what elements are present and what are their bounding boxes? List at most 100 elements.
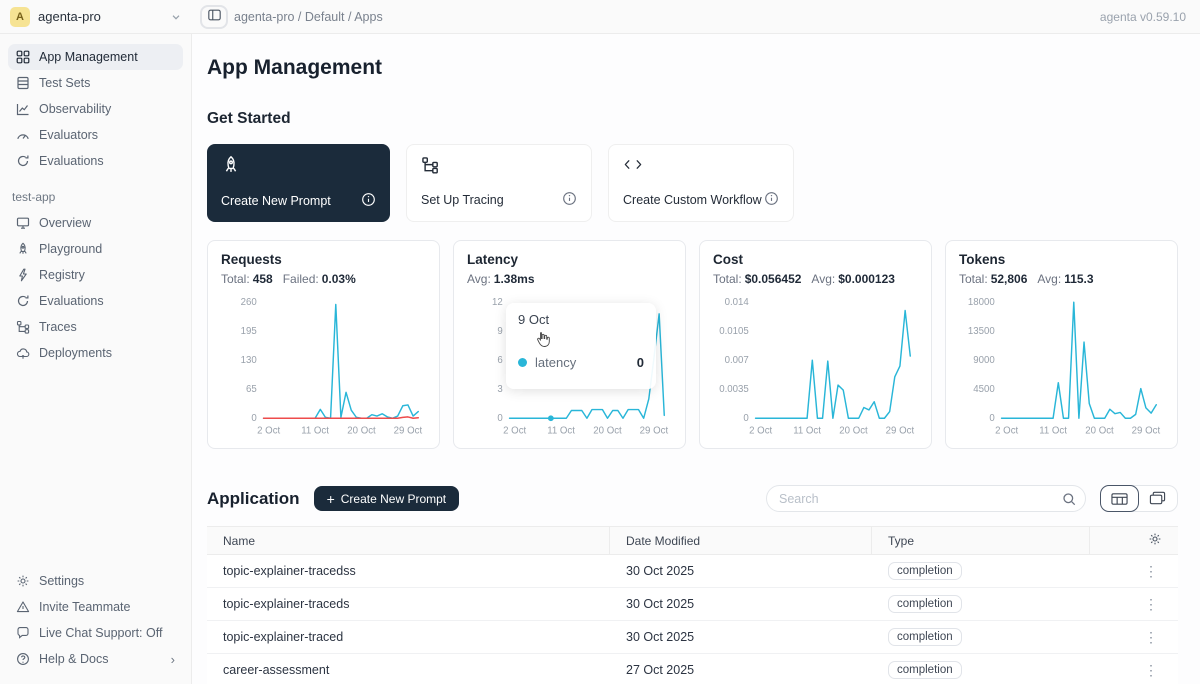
code-icon bbox=[623, 156, 779, 178]
sidebar-toggle-button[interactable] bbox=[200, 5, 228, 29]
tree-icon bbox=[421, 156, 577, 179]
svg-text:260: 260 bbox=[241, 297, 257, 308]
card-view-button[interactable] bbox=[1138, 485, 1177, 512]
svg-text:0.0035: 0.0035 bbox=[719, 384, 749, 395]
svg-text:2 Oct: 2 Oct bbox=[995, 426, 1018, 437]
info-icon[interactable] bbox=[361, 192, 376, 210]
workspace-avatar: A bbox=[10, 7, 30, 27]
requests-chart[interactable]: 0651301952602 Oct11 Oct20 Oct29 Oct bbox=[221, 292, 426, 442]
metric-title: Latency bbox=[467, 252, 672, 267]
applications-table: Name Date Modified Type topic-explainer-… bbox=[207, 526, 1178, 684]
kebab-menu-icon[interactable]: ⋮ bbox=[1144, 563, 1158, 579]
app-name: career-assessment bbox=[207, 663, 610, 677]
refresh-icon bbox=[16, 154, 30, 168]
sidebar-item-overview[interactable]: Overview bbox=[8, 210, 183, 236]
chevron-down-icon bbox=[170, 11, 182, 23]
sidebar-item-evaluations[interactable]: Evaluations bbox=[8, 148, 183, 174]
tooltip-series: latency bbox=[535, 355, 576, 370]
table-view-button[interactable] bbox=[1100, 485, 1139, 512]
get-started-heading: Get Started bbox=[207, 110, 1178, 128]
app-type-cell: completion bbox=[872, 562, 1090, 580]
type-badge: completion bbox=[888, 628, 962, 646]
app-date-modified: 30 Oct 2025 bbox=[610, 597, 872, 611]
workspace-name: agenta-pro bbox=[38, 9, 101, 24]
sidebar-item-invite-teammate[interactable]: Invite Teammate bbox=[8, 594, 183, 620]
svg-text:0: 0 bbox=[743, 413, 748, 424]
search-box bbox=[766, 485, 1086, 512]
tokens-chart[interactable]: 04500900013500180002 Oct11 Oct20 Oct29 O… bbox=[959, 292, 1164, 442]
svg-text:11 Oct: 11 Oct bbox=[547, 426, 575, 437]
sidebar-item-label: Evaluations bbox=[39, 294, 104, 308]
column-header-name[interactable]: Name bbox=[207, 527, 610, 554]
app-type-cell: completion bbox=[872, 595, 1090, 613]
info-icon[interactable] bbox=[562, 191, 577, 209]
breadcrumb[interactable]: agenta-pro / Default / Apps bbox=[234, 10, 383, 24]
svg-text:20 Oct: 20 Oct bbox=[1085, 426, 1114, 437]
series-dot bbox=[518, 358, 527, 367]
search-icon[interactable] bbox=[1053, 486, 1085, 511]
sidebar-item-settings[interactable]: Settings bbox=[8, 568, 183, 594]
requests-card: Requests Total:458 Failed:0.03% 06513019… bbox=[207, 240, 440, 449]
svg-text:0.014: 0.014 bbox=[725, 297, 750, 308]
svg-text:29 Oct: 29 Oct bbox=[886, 426, 915, 437]
chart-tooltip: 9 Oct latency 0 bbox=[506, 303, 656, 389]
sidebar-item-traces[interactable]: Traces bbox=[8, 314, 183, 340]
set-up-tracing-card[interactable]: Set Up Tracing bbox=[406, 144, 592, 222]
sidebar-item-label: Evaluators bbox=[39, 128, 98, 142]
table-row[interactable]: topic-explainer-tracedss 30 Oct 2025 com… bbox=[207, 555, 1178, 588]
svg-text:3: 3 bbox=[497, 384, 502, 395]
table-row[interactable]: topic-explainer-traceds 30 Oct 2025 comp… bbox=[207, 588, 1178, 621]
invite-icon bbox=[16, 600, 30, 614]
search-input[interactable] bbox=[767, 492, 1053, 506]
column-settings-cell bbox=[1090, 527, 1178, 554]
table-row[interactable]: career-assessment 27 Oct 2025 completion… bbox=[207, 654, 1178, 684]
svg-text:29 Oct: 29 Oct bbox=[394, 426, 423, 437]
sidebar-item-test-sets[interactable]: Test Sets bbox=[8, 70, 183, 96]
metric-stat: Avg:$0.000123 bbox=[811, 272, 895, 286]
kebab-menu-icon[interactable]: ⋮ bbox=[1144, 629, 1158, 645]
create-new-prompt-button[interactable]: + Create New Prompt bbox=[314, 486, 460, 511]
sidebar-item-live-chat[interactable]: Live Chat Support: Off bbox=[8, 620, 183, 646]
create-new-prompt-card[interactable]: Create New Prompt bbox=[207, 144, 390, 222]
sidebar-item-observability[interactable]: Observability bbox=[8, 96, 183, 122]
sidebar-item-help-docs[interactable]: Help & Docs › bbox=[8, 646, 183, 672]
metric-stat: Failed:0.03% bbox=[283, 272, 356, 286]
create-custom-workflow-card[interactable]: Create Custom Workflow bbox=[608, 144, 794, 222]
sidebar-item-deployments[interactable]: Deployments bbox=[8, 340, 183, 366]
kebab-menu-icon[interactable]: ⋮ bbox=[1144, 662, 1158, 678]
app-root: A agenta-pro agenta-pro / Default / Apps… bbox=[0, 0, 1200, 684]
latency-card: Latency Avg:1.38ms 0369122 Oct11 Oct20 O… bbox=[453, 240, 686, 449]
kebab-menu-icon[interactable]: ⋮ bbox=[1144, 596, 1158, 612]
sidebar-item-evaluations-app[interactable]: Evaluations bbox=[8, 288, 183, 314]
cost-chart[interactable]: 00.00350.0070.01050.0142 Oct11 Oct20 Oct… bbox=[713, 292, 918, 442]
gear-icon[interactable] bbox=[1148, 532, 1162, 549]
svg-text:9000: 9000 bbox=[973, 355, 994, 366]
svg-text:13500: 13500 bbox=[968, 326, 995, 337]
rocket-icon bbox=[16, 242, 30, 256]
card-label: Create Custom Workflow bbox=[623, 193, 762, 207]
sidebar-item-evaluators[interactable]: Evaluators bbox=[8, 122, 183, 148]
get-started-cards: Create New Prompt Set Up Tracing Create … bbox=[207, 144, 1178, 222]
sidebar-item-playground[interactable]: Playground bbox=[8, 236, 183, 262]
row-actions: ⋮ bbox=[1090, 662, 1178, 679]
sidebar-item-label: Overview bbox=[39, 216, 91, 230]
sidebar-item-registry[interactable]: Registry bbox=[8, 262, 183, 288]
app-name: topic-explainer-traced bbox=[207, 630, 610, 644]
metric-stat: Avg:1.38ms bbox=[467, 272, 535, 286]
app-version: agenta v0.59.10 bbox=[1100, 10, 1200, 24]
help-icon bbox=[16, 652, 30, 666]
sidebar-item-label: Test Sets bbox=[39, 76, 90, 90]
sidebar-item-app-management[interactable]: App Management bbox=[8, 44, 183, 70]
workspace-selector[interactable]: A agenta-pro bbox=[0, 7, 192, 27]
metric-title: Requests bbox=[221, 252, 426, 267]
view-toggle bbox=[1100, 485, 1178, 512]
app-name: topic-explainer-traceds bbox=[207, 597, 610, 611]
svg-text:65: 65 bbox=[246, 384, 257, 395]
column-header-type[interactable]: Type bbox=[872, 527, 1090, 554]
column-header-date-modified[interactable]: Date Modified bbox=[610, 527, 872, 554]
table-row[interactable]: topic-explainer-traced 30 Oct 2025 compl… bbox=[207, 621, 1178, 654]
info-icon[interactable] bbox=[764, 191, 779, 209]
svg-text:11 Oct: 11 Oct bbox=[793, 426, 821, 437]
sidebar-item-label: Evaluations bbox=[39, 154, 104, 168]
test-sets-icon bbox=[16, 76, 30, 90]
